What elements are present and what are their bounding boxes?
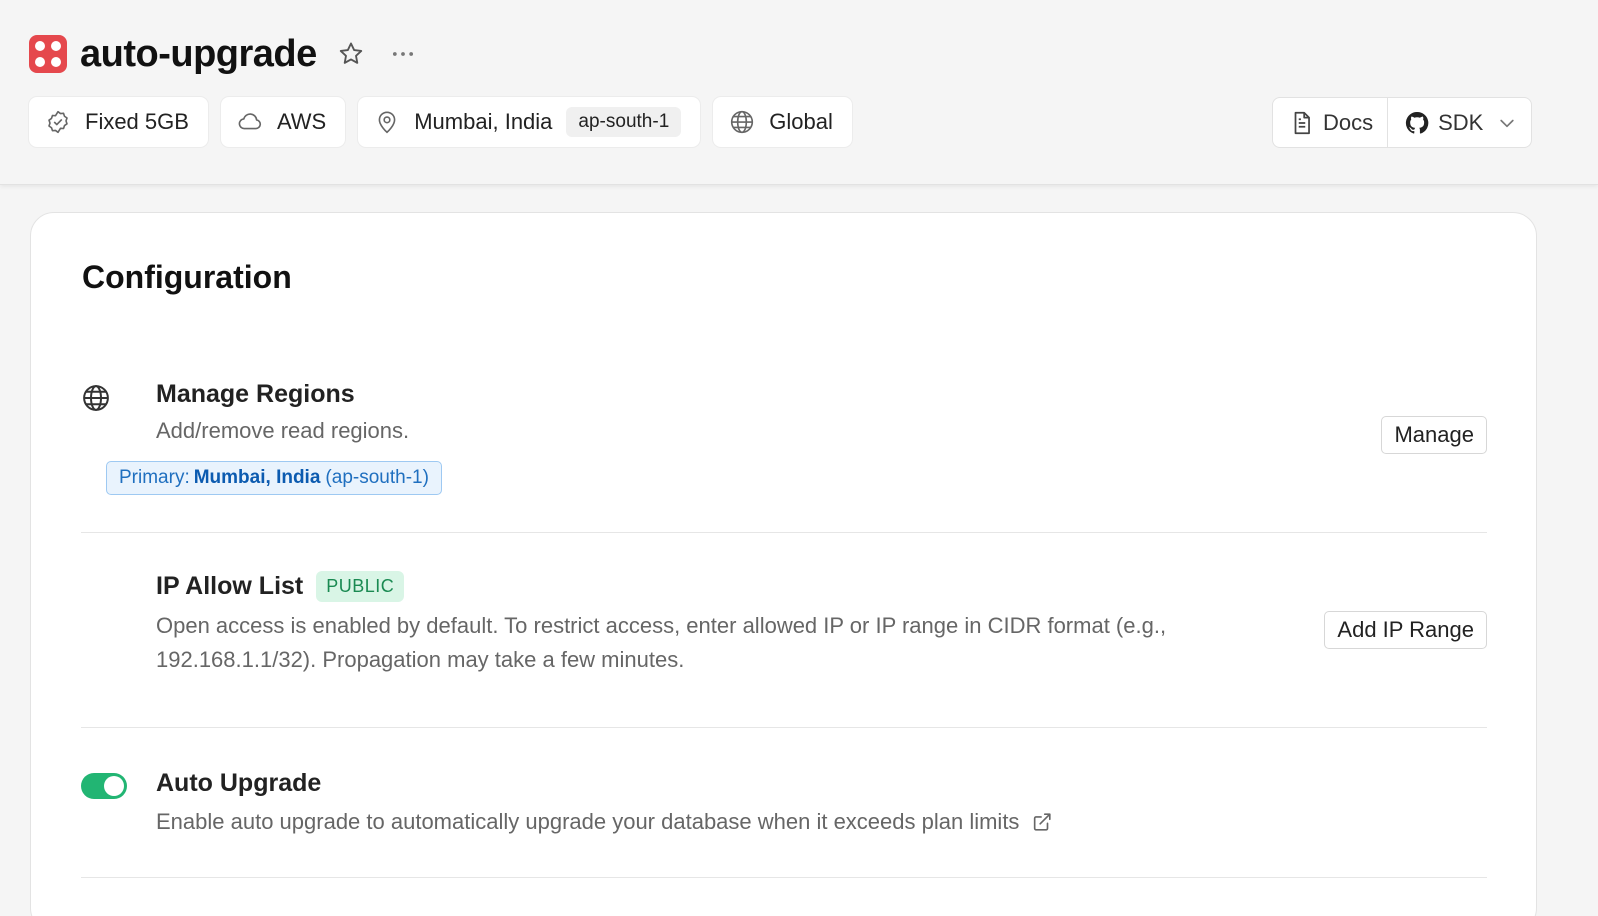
docs-label: Docs: [1323, 109, 1374, 135]
manage-regions-desc: Add/remove read regions.: [156, 418, 410, 443]
public-badge: PUBLIC: [316, 571, 405, 602]
toggle-knob: [104, 776, 124, 796]
docs-button[interactable]: Docs: [1273, 98, 1387, 147]
manage-regions-title: Manage Regions: [156, 380, 355, 408]
ip-desc-line-2: 192.168.1.1/32). Propagation may take a …: [156, 647, 685, 672]
auto-upgrade-desc: Enable auto upgrade to automatically upg…: [156, 809, 1020, 834]
configuration-title: Configuration: [82, 259, 292, 295]
primary-region-name: Mumbai, India: [193, 467, 321, 488]
github-icon: [1404, 110, 1430, 136]
document-icon: [1289, 110, 1315, 136]
chip-scope: Global: [713, 97, 852, 147]
ip-desc-line-1: Open access is enabled by default. To re…: [156, 613, 1167, 638]
primary-region-code: (ap-south-1): [325, 467, 429, 488]
title-row: auto-upgrade: [29, 32, 417, 76]
page-header: auto-upgrade Fixed 5GB AWS Mumbai, India: [0, 0, 1598, 185]
auto-upgrade-title: Auto Upgrade: [156, 769, 322, 797]
page-title: auto-upgrade: [80, 32, 317, 75]
chip-region: Mumbai, India ap-south-1: [358, 97, 701, 147]
manage-regions-button[interactable]: Manage: [1381, 416, 1487, 454]
database-logo-icon: [29, 35, 67, 73]
ip-allow-list-section: IP Allow List PUBLIC Open access is enab…: [81, 571, 1487, 681]
primary-region-tag: Primary: Mumbai, India (ap-south-1): [106, 461, 442, 495]
section-divider: [81, 532, 1487, 533]
header-actions: Docs SDK: [1272, 97, 1533, 148]
map-pin-icon: [374, 109, 400, 135]
chevron-down-icon: [1497, 113, 1517, 133]
primary-prefix: Primary:: [119, 467, 190, 488]
chip-region-code: ap-south-1: [566, 107, 682, 137]
chip-provider-label: AWS: [276, 109, 327, 134]
ip-allow-list-desc: Open access is enabled by default. To re…: [156, 609, 1166, 677]
auto-upgrade-toggle[interactable]: [81, 773, 127, 799]
more-options-icon[interactable]: [389, 40, 417, 68]
chip-scope-label: Global: [769, 109, 833, 134]
database-info-chips: Fixed 5GB AWS Mumbai, India ap-south-1 G…: [29, 97, 852, 147]
add-ip-range-button[interactable]: Add IP Range: [1324, 611, 1487, 649]
globe-icon: [81, 383, 111, 418]
chip-region-label: Mumbai, India: [414, 109, 553, 134]
badge-check-icon: [45, 109, 71, 135]
star-icon[interactable]: [337, 40, 365, 68]
external-link-icon[interactable]: [1031, 811, 1053, 833]
sdk-dropdown[interactable]: SDK: [1387, 98, 1531, 147]
ip-allow-list-title-text: IP Allow List: [156, 572, 304, 600]
globe-icon: [729, 109, 755, 135]
chip-provider: AWS: [220, 97, 346, 147]
chip-plan-label: Fixed 5GB: [85, 109, 189, 134]
auto-upgrade-section: Auto Upgrade Enable auto upgrade to auto…: [81, 769, 1487, 869]
cloud-icon: [237, 109, 263, 135]
sdk-label: SDK: [1438, 109, 1484, 135]
section-divider: [81, 877, 1487, 878]
ip-allow-list-title: IP Allow List PUBLIC: [156, 571, 405, 602]
chip-plan: Fixed 5GB: [29, 97, 208, 147]
section-divider: [81, 727, 1487, 728]
configuration-card: Configuration Manage Regions Add/remove …: [30, 212, 1537, 916]
auto-upgrade-desc-row: Enable auto upgrade to automatically upg…: [156, 805, 1053, 839]
